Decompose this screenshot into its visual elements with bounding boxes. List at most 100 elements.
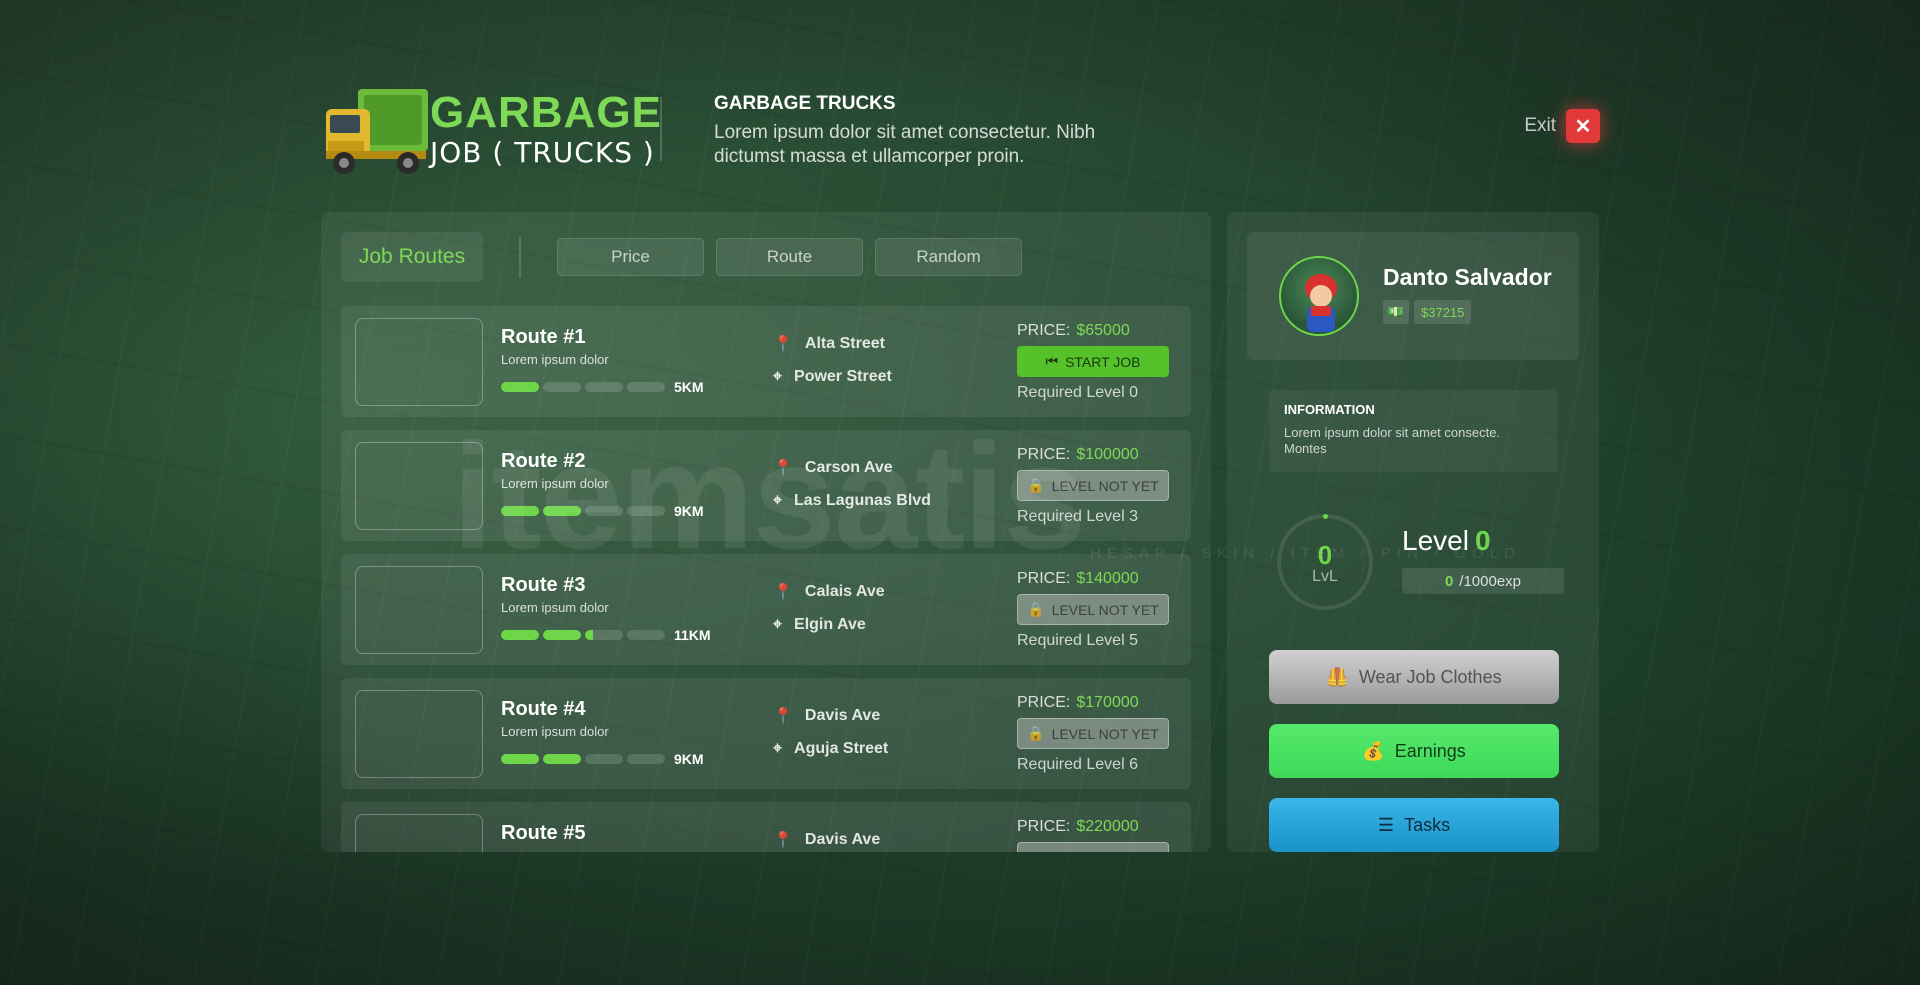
route-card[interactable]: Route #5 📍 Davis Ave PRICE: $220000 xyxy=(341,802,1191,852)
route-end: ⌖ Power Street xyxy=(773,368,892,386)
progress-segment xyxy=(501,754,539,764)
progress-segment xyxy=(501,630,539,640)
route-description: Lorem ipsum dolor xyxy=(501,600,609,615)
tabs-row: Job Routes Price Route Random xyxy=(341,232,1191,282)
checklist-icon: ☰ xyxy=(1377,814,1395,835)
exp-total: /1000exp xyxy=(1459,572,1522,590)
start-job-label: START JOB xyxy=(1065,353,1141,370)
level-title-value: 0 xyxy=(1474,525,1491,556)
tasks-label: Tasks xyxy=(1404,814,1451,835)
cash-icon: 💵 xyxy=(1383,300,1409,324)
lock-icon: 🔒 xyxy=(1027,601,1045,617)
crosshair-icon: ⌖ xyxy=(773,740,783,757)
garbage-truck-logo xyxy=(320,79,440,179)
routes-list[interactable]: Route #1 Lorem ipsum dolor 5KM 📍 Alta Str… xyxy=(341,306,1191,852)
route-price: PRICE: $170000 xyxy=(1017,694,1139,712)
wear-job-clothes-label: Wear Job Clothes xyxy=(1358,666,1502,687)
level-ring-progress xyxy=(1323,514,1328,519)
route-thumbnail xyxy=(355,690,483,778)
filter-route-button[interactable]: Route xyxy=(716,238,863,276)
required-level: Required Level 3 xyxy=(1017,508,1138,525)
price-label: PRICE: xyxy=(1017,570,1071,587)
price-value: $65000 xyxy=(1076,322,1130,339)
progress-segment xyxy=(627,382,665,392)
required-level: Required Level 6 xyxy=(1017,756,1138,773)
route-name: Route #1 xyxy=(501,326,586,348)
locked-label: LEVEL NOT YET xyxy=(1051,725,1159,742)
route-price: PRICE: $220000 xyxy=(1017,818,1139,836)
route-thumbnail xyxy=(355,442,483,530)
progress-segment xyxy=(627,630,665,640)
route-progress xyxy=(501,754,665,764)
close-icon[interactable]: ✕ xyxy=(1566,109,1600,143)
route-name: Route #5 xyxy=(501,822,586,844)
progress-segment xyxy=(585,382,623,392)
logo-title-sub: JOB ( TRUCKS ) xyxy=(430,136,655,169)
progress-segment xyxy=(543,754,581,764)
route-progress xyxy=(501,630,665,640)
crosshair-icon: ⌖ xyxy=(773,492,783,509)
route-card[interactable]: Route #2 Lorem ipsum dolor 9KM 📍 Carson A… xyxy=(341,430,1191,541)
route-distance: 9KM xyxy=(674,503,704,519)
tasks-button[interactable]: ☰ Tasks xyxy=(1269,798,1559,852)
route-price: PRICE: $65000 xyxy=(1017,322,1130,340)
price-value: $220000 xyxy=(1076,818,1139,835)
route-start: 📍 Carson Ave xyxy=(773,458,893,478)
player-panel: Danto Salvador 💵 $37215 INFORMATION Lore… xyxy=(1227,212,1599,852)
price-value: $100000 xyxy=(1076,446,1139,463)
route-card[interactable]: Route #3 Lorem ipsum dolor 11KM 📍 Calais … xyxy=(341,554,1191,665)
route-description: Lorem ipsum dolor xyxy=(501,476,609,491)
profile-card: Danto Salvador 💵 $37215 xyxy=(1247,232,1579,360)
required-level: Required Level 5 xyxy=(1017,632,1138,649)
route-start-name: Calais Ave xyxy=(804,583,885,600)
information-description: Lorem ipsum dolor sit amet consecte. Mon… xyxy=(1284,425,1501,456)
exit-control[interactable]: Exit ✕ xyxy=(1524,109,1600,143)
exit-label[interactable]: Exit xyxy=(1524,115,1556,137)
avatar xyxy=(1279,256,1359,336)
money-bag-icon: 💰 xyxy=(1362,740,1385,761)
route-start: 📍 Davis Ave xyxy=(773,706,880,726)
filter-price-button[interactable]: Price xyxy=(557,238,704,276)
progress-segment xyxy=(585,754,623,764)
locked-label: LEVEL NOT YET xyxy=(1051,601,1159,618)
route-thumbnail xyxy=(355,814,483,852)
route-card[interactable]: Route #1 Lorem ipsum dolor 5KM 📍 Alta Str… xyxy=(341,306,1191,417)
wear-job-clothes-button[interactable]: 🦺 Wear Job Clothes xyxy=(1269,650,1559,704)
route-distance: 9KM xyxy=(674,751,704,767)
vest-icon: 🦺 xyxy=(1326,666,1349,687)
filter-random-button[interactable]: Random xyxy=(875,238,1022,276)
crosshair-icon: ⌖ xyxy=(773,368,783,385)
required-level: Required Level 0 xyxy=(1017,384,1138,401)
progress-segment xyxy=(543,630,581,640)
route-thumbnail xyxy=(355,318,483,406)
routes-panel: Job Routes Price Route Random Route #1 L… xyxy=(321,212,1211,852)
player-name: Danto Salvador xyxy=(1383,264,1552,290)
map-pin-icon: 📍 xyxy=(773,460,793,477)
header-info-description: Lorem ipsum dolor sit amet consectetur. … xyxy=(714,122,1096,167)
route-card[interactable]: Route #4 Lorem ipsum dolor 9KM 📍 Davis Av… xyxy=(341,678,1191,789)
earnings-button[interactable]: 💰 Earnings xyxy=(1269,724,1559,778)
route-thumbnail xyxy=(355,566,483,654)
progress-segment xyxy=(627,754,665,764)
price-label: PRICE: xyxy=(1017,694,1071,711)
earnings-label: Earnings xyxy=(1394,740,1466,761)
level-locked-button[interactable] xyxy=(1017,842,1169,852)
level-locked-button[interactable]: 🔒 LEVEL NOT YET xyxy=(1017,594,1169,625)
map-pin-icon: 📍 xyxy=(773,584,793,601)
route-price: PRICE: $140000 xyxy=(1017,570,1139,588)
level-ring-label: LvL xyxy=(1312,568,1338,585)
tab-job-routes[interactable]: Job Routes xyxy=(341,232,483,282)
route-end-name: Power Street xyxy=(794,368,892,385)
price-label: PRICE: xyxy=(1017,322,1071,339)
route-end-name: Elgin Ave xyxy=(794,616,866,633)
progress-segment xyxy=(543,506,581,516)
route-start: 📍 Davis Ave xyxy=(773,830,880,850)
level-locked-button[interactable]: 🔒 LEVEL NOT YET xyxy=(1017,470,1169,501)
route-progress xyxy=(501,382,665,392)
start-job-button[interactable]: ⏮ START JOB xyxy=(1017,346,1169,377)
level-locked-button[interactable]: 🔒 LEVEL NOT YET xyxy=(1017,718,1169,749)
lock-icon: 🔒 xyxy=(1027,725,1045,741)
price-value: $170000 xyxy=(1076,694,1139,711)
route-end-name: Las Lagunas Blvd xyxy=(794,492,931,509)
header: GARBAGE JOB ( TRUCKS ) GARBAGE TRUCKS Lo… xyxy=(320,75,1600,185)
